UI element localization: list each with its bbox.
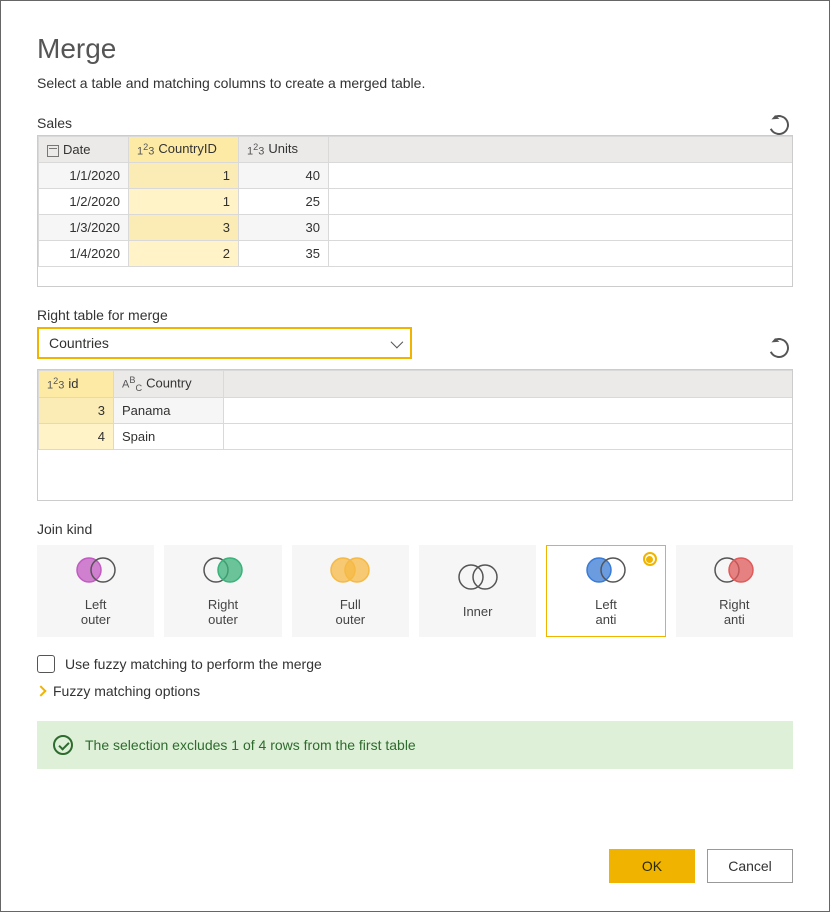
table-row[interactable]: 1/1/2020140 — [39, 163, 793, 189]
table-cell[interactable]: 3 — [129, 215, 239, 241]
fuzzy-options-label: Fuzzy matching options — [53, 683, 200, 699]
table-cell[interactable]: Spain — [114, 423, 224, 449]
table-cell[interactable]: 4 — [39, 423, 114, 449]
table-row[interactable]: 1/2/2020125 — [39, 189, 793, 215]
table-cell[interactable]: 40 — [239, 163, 329, 189]
table-cell[interactable]: 1 — [129, 189, 239, 215]
status-message: The selection excludes 1 of 4 rows from … — [85, 737, 416, 753]
table-cell[interactable]: 25 — [239, 189, 329, 215]
right-table-dropdown-value: Countries — [49, 335, 109, 351]
table-cell[interactable]: 1/1/2020 — [39, 163, 129, 189]
join-kind-label: Fullouter — [336, 597, 366, 627]
table-cell[interactable]: 2 — [129, 241, 239, 267]
fuzzy-options-expander[interactable]: Fuzzy matching options — [37, 683, 793, 699]
table-row[interactable]: 1/4/2020235 — [39, 241, 793, 267]
dialog-footer: OK Cancel — [609, 849, 793, 883]
column-header[interactable]: 123CountryID — [129, 137, 239, 163]
venn-icon — [711, 556, 757, 587]
venn-icon — [583, 556, 629, 587]
column-header[interactable]: 123id — [39, 371, 114, 398]
table-cell[interactable]: 1/4/2020 — [39, 241, 129, 267]
join-kind-label: Rightanti — [719, 597, 749, 627]
table-cell[interactable]: 30 — [239, 215, 329, 241]
column-header-filler — [329, 137, 793, 163]
table-row[interactable]: 3Panama — [39, 397, 793, 423]
top-table-grid[interactable]: Date123CountryID123Units1/1/20201401/2/2… — [37, 135, 793, 287]
column-header-filler — [224, 371, 793, 398]
table-cell[interactable]: 1/2/2020 — [39, 189, 129, 215]
dialog-title: Merge — [37, 33, 793, 65]
refresh-icon[interactable] — [766, 112, 792, 138]
ok-button[interactable]: OK — [609, 849, 695, 883]
join-kind-options: Leftouter Rightouter Fullouter Inner Lef… — [37, 545, 793, 637]
fuzzy-matching-checkbox[interactable] — [37, 655, 55, 673]
selected-indicator-icon — [643, 552, 657, 566]
column-header[interactable]: Date — [39, 137, 129, 163]
join-kind-right-outer[interactable]: Rightouter — [164, 545, 281, 637]
table-cell[interactable]: 3 — [39, 397, 114, 423]
chevron-down-icon — [391, 335, 404, 348]
venn-icon — [327, 556, 373, 587]
venn-icon — [455, 563, 501, 594]
join-kind-label: Leftanti — [595, 597, 617, 627]
table-cell[interactable]: 35 — [239, 241, 329, 267]
join-kind-right-anti[interactable]: Rightanti — [676, 545, 793, 637]
fuzzy-matching-label: Use fuzzy matching to perform the merge — [65, 656, 322, 672]
join-kind-label: Inner — [463, 604, 493, 619]
column-header[interactable]: 123Units — [239, 137, 329, 163]
right-table-grid[interactable]: 123idABCCountry3Panama4Spain — [37, 369, 793, 501]
table-cell[interactable]: Panama — [114, 397, 224, 423]
refresh-icon[interactable] — [766, 335, 792, 361]
right-section-label: Right table for merge — [37, 307, 793, 323]
join-kind-inner[interactable]: Inner — [419, 545, 536, 637]
join-kind-label: Rightouter — [208, 597, 238, 627]
column-header[interactable]: ABCCountry — [114, 371, 224, 398]
top-table-name: Sales — [37, 115, 72, 131]
join-kind-label: Leftouter — [81, 597, 111, 627]
right-table-dropdown[interactable]: Countries — [37, 327, 412, 359]
venn-icon — [200, 556, 246, 587]
join-kind-left-anti[interactable]: Leftanti — [546, 545, 665, 637]
dialog-subtitle: Select a table and matching columns to c… — [37, 75, 793, 91]
table-row[interactable]: 4Spain — [39, 423, 793, 449]
status-bar: The selection excludes 1 of 4 rows from … — [37, 721, 793, 769]
join-kind-full-outer[interactable]: Fullouter — [292, 545, 409, 637]
check-icon — [53, 735, 73, 755]
chevron-right-icon — [35, 685, 46, 696]
merge-dialog: Merge Select a table and matching column… — [0, 0, 830, 912]
cancel-button[interactable]: Cancel — [707, 849, 793, 883]
table-cell[interactable]: 1/3/2020 — [39, 215, 129, 241]
join-kind-label: Join kind — [37, 521, 793, 537]
venn-icon — [73, 556, 119, 587]
join-kind-left-outer[interactable]: Leftouter — [37, 545, 154, 637]
table-row[interactable]: 1/3/2020330 — [39, 215, 793, 241]
table-cell[interactable]: 1 — [129, 163, 239, 189]
